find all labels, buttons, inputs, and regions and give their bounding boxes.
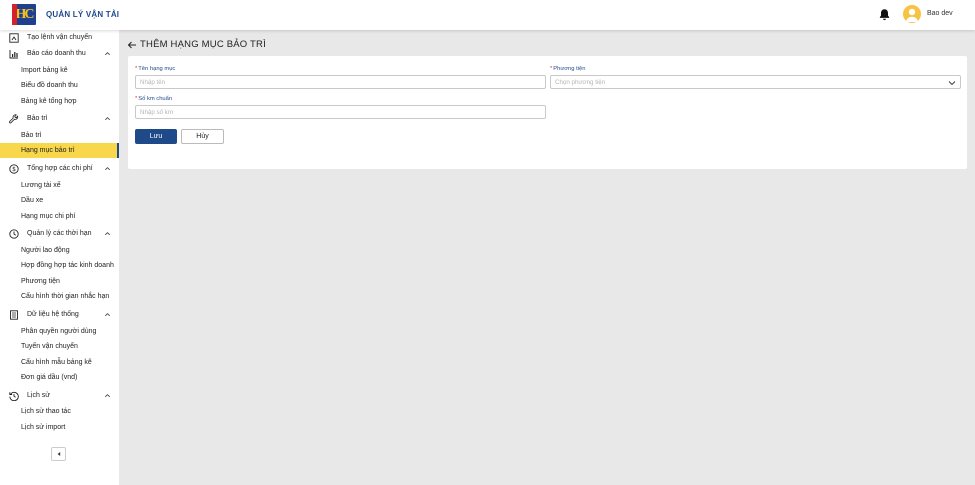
km-field-label: *Số km chuẩn xyxy=(135,96,172,102)
sidebar-item-label: Lương tài xế xyxy=(21,182,61,189)
chevron-up-icon xyxy=(105,394,110,398)
avatar[interactable] xyxy=(903,5,921,23)
sidebar-group-system-data[interactable]: Dữ liệu hệ thống xyxy=(0,307,119,322)
wrench-icon xyxy=(9,114,19,124)
sidebar-item-label: Phân quyền người dùng xyxy=(21,328,97,335)
collapse-sidebar-button[interactable] xyxy=(51,447,66,461)
history-icon xyxy=(9,391,19,401)
cancel-button[interactable]: Hủy xyxy=(181,129,224,144)
sidebar-item-label: Import bảng kê xyxy=(21,67,68,74)
sidebar-item-label: Cấu hình thời gian nhắc hạn xyxy=(21,293,110,300)
name-field-label: *Tên hạng mục xyxy=(135,66,175,72)
sidebar-item-import-statement[interactable]: Import bảng kê xyxy=(0,63,119,78)
sidebar-item-label: Dầu xe xyxy=(21,197,44,204)
user-name[interactable]: Bao dev xyxy=(927,10,953,17)
sidebar-group-label: Bảo trì xyxy=(27,115,48,122)
sidebar-item-create-order[interactable]: Tạo lệnh vận chuyển xyxy=(0,30,119,45)
sidebar-item-import-history[interactable]: Lịch sử import xyxy=(0,420,119,435)
sidebar-item-label: Phương tiện xyxy=(21,278,60,285)
sidebar-item-statement-template[interactable]: Cấu hình mẫu bảng kê xyxy=(0,355,119,370)
km-input[interactable]: Nhập số km xyxy=(135,105,546,119)
sidebar-group-label: Báo cáo doanh thu xyxy=(27,50,86,57)
caret-left-icon xyxy=(57,452,60,456)
page-header: THÊM HẠNG MỤC BẢO TRÌ xyxy=(127,39,266,50)
sidebar-item-routes[interactable]: Tuyến vận chuyển xyxy=(0,339,119,354)
sidebar-item-user-permissions[interactable]: Phân quyền người dùng xyxy=(0,324,119,339)
app-title: QUẢN LÝ VẬN TẢI xyxy=(46,10,120,19)
sidebar-item-workers[interactable]: Người lao động xyxy=(0,243,119,258)
company-logo[interactable]: HC xyxy=(12,4,36,25)
sidebar-item-maintenance[interactable]: Bảo trì xyxy=(0,128,119,143)
top-header: HC QUẢN LÝ VẬN TẢI Bao dev xyxy=(0,0,975,30)
save-button[interactable]: Lưu xyxy=(135,129,177,144)
sidebar-group-maintenance[interactable]: Bảo trì xyxy=(0,111,119,126)
user-icon xyxy=(906,8,918,22)
chevron-up-icon xyxy=(105,232,110,236)
page-title: THÊM HẠNG MỤC BẢO TRÌ xyxy=(140,39,266,50)
chevron-up-icon xyxy=(105,313,110,317)
sidebar-item-driver-salary[interactable]: Lương tài xế xyxy=(0,178,119,193)
chart-icon xyxy=(9,50,18,59)
svg-text:$: $ xyxy=(12,166,16,173)
sidebar-item-label: Tuyến vận chuyển xyxy=(21,343,78,350)
sidebar-item-label: Lịch sử import xyxy=(21,424,66,431)
sidebar-item-fuel-price[interactable]: Đơn giá dầu (vnd) xyxy=(0,370,119,385)
back-arrow-icon[interactable] xyxy=(127,40,137,50)
sidebar: Tạo lệnh vận chuyển Báo cáo doanh thu Im… xyxy=(0,30,119,485)
required-mark: * xyxy=(135,66,138,72)
vehicle-select-placeholder: Chọn phương tiện xyxy=(555,78,606,86)
sidebar-item-label: Hạng mục bảo trì xyxy=(21,147,75,154)
sidebar-group-expenses[interactable]: $ Tổng hợp các chi phí xyxy=(0,161,119,176)
sidebar-group-label: Lịch sử xyxy=(27,392,50,399)
vehicle-field-label: *Phương tiện xyxy=(550,66,585,72)
dollar-icon: $ xyxy=(9,164,19,174)
clock-icon xyxy=(9,229,19,239)
sidebar-item-label: Người lao động xyxy=(21,247,70,254)
name-input[interactable]: Nhập tên xyxy=(135,75,546,89)
chevron-up-icon xyxy=(105,52,110,56)
sidebar-item-expense-category[interactable]: Hạng mục chi phí xyxy=(0,209,119,224)
sidebar-group-label: Quản lý các thời hạn xyxy=(27,230,92,237)
sidebar-item-label: Cấu hình mẫu bảng kê xyxy=(21,359,92,366)
sidebar-group-label: Tổng hợp các chi phí xyxy=(27,165,93,172)
chevron-up-icon xyxy=(105,167,110,171)
sidebar-item-label: Bảng kê tổng hợp xyxy=(21,98,77,105)
sidebar-item-revenue-chart[interactable]: Biểu đồ doanh thu xyxy=(0,78,119,93)
chevron-down-icon xyxy=(948,81,956,86)
km-label-text: Số km chuẩn xyxy=(138,96,173,102)
sidebar-item-label: Bảo trì xyxy=(21,132,42,139)
required-mark: * xyxy=(135,96,138,102)
sidebar-item-label: Hợp đồng hợp tác kinh doanh xyxy=(21,262,114,269)
sidebar-item-fuel[interactable]: Dầu xe xyxy=(0,193,119,208)
sidebar-item-summary-statement[interactable]: Bảng kê tổng hợp xyxy=(0,94,119,109)
sidebar-item-label: Tạo lệnh vận chuyển xyxy=(27,34,92,41)
sidebar-item-label: Lịch sử thao tác xyxy=(21,408,71,415)
sidebar-item-business-contract[interactable]: Hợp đồng hợp tác kinh doanh xyxy=(0,258,119,273)
sidebar-item-action-history[interactable]: Lịch sử thao tác xyxy=(0,404,119,419)
sidebar-item-reminder-config[interactable]: Cấu hình thời gian nhắc hạn xyxy=(0,289,119,304)
sidebar-item-maintenance-category[interactable]: Hạng mục bảo trì xyxy=(0,143,119,158)
sidebar-item-label: Biểu đồ doanh thu xyxy=(21,82,78,89)
vehicle-select[interactable]: Chọn phương tiện xyxy=(550,75,961,89)
sidebar-item-label: Hạng mục chi phí xyxy=(21,213,76,220)
sidebar-group-revenue[interactable]: Báo cáo doanh thu xyxy=(0,46,119,61)
document-icon xyxy=(10,310,18,320)
sidebar-item-label: Đơn giá dầu (vnd) xyxy=(21,374,78,381)
bell-icon[interactable] xyxy=(878,8,891,21)
required-mark: * xyxy=(550,66,553,72)
sidebar-group-label: Dữ liệu hệ thống xyxy=(27,311,79,318)
sidebar-item-vehicles[interactable]: Phương tiện xyxy=(0,274,119,289)
sidebar-group-deadlines[interactable]: Quản lý các thời hạn xyxy=(0,226,119,241)
name-label-text: Tên hạng mục xyxy=(138,66,176,72)
vehicle-label-text: Phương tiện xyxy=(553,66,586,72)
sidebar-group-history[interactable]: Lịch sử xyxy=(0,388,119,403)
add-box-icon xyxy=(9,33,19,43)
chevron-up-icon xyxy=(105,117,110,121)
